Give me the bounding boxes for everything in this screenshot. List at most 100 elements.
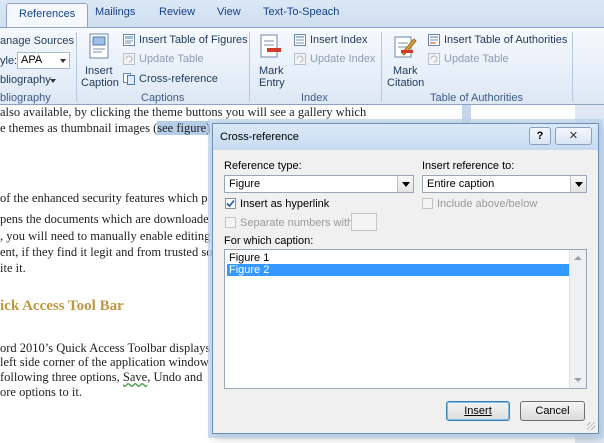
insert-button[interactable]: Insert — [446, 401, 510, 421]
doc-line-text: following three options, — [0, 370, 120, 384]
help-icon: ? — [536, 130, 544, 142]
insert-index-label: Insert Index — [310, 34, 368, 46]
citations-group-label: bliography — [0, 92, 51, 104]
style-select[interactable]: APA — [17, 52, 70, 69]
update-table-icon — [123, 53, 135, 65]
group-divider — [76, 32, 77, 102]
mark-entry-label-line1: Mark — [259, 65, 284, 77]
help-button[interactable]: ? — [529, 127, 551, 145]
doc-line: also available, by clicking the theme bu… — [0, 105, 367, 119]
insert-table-of-figures-button[interactable]: Insert Table of Figures — [123, 33, 248, 49]
caption-list[interactable]: Figure 1 Figure 2 — [224, 249, 587, 389]
style-select-value: APA — [21, 54, 43, 66]
tab-references[interactable]: References — [6, 3, 89, 27]
include-above-below-checkbox[interactable] — [422, 198, 433, 209]
tab-view[interactable]: View — [217, 6, 241, 18]
index-group-label: Index — [301, 92, 328, 104]
doc-line: pens the documents which are downloade — [0, 212, 209, 226]
dialog-title: Cross-reference — [220, 131, 299, 143]
dialog-title-bar[interactable]: Cross-reference ? ✕ — [213, 124, 598, 150]
ribbon-tab-bar: References Mailings Review View Text-To-… — [0, 0, 604, 27]
captions-group-label: Captions — [141, 92, 185, 104]
chevron-down-icon — [60, 59, 66, 63]
doc-line: ent, if they find it legit and from trus… — [0, 245, 213, 259]
chevron-down-icon — [570, 176, 586, 192]
insert-caption-button[interactable]: Insert Caption — [81, 31, 119, 91]
update-table-figures-button[interactable]: Update Table — [123, 52, 213, 68]
update-table-icon — [428, 53, 440, 65]
insert-as-hyperlink-checkbox[interactable] — [225, 198, 236, 209]
caption-list-item-selected[interactable]: Figure 2 — [227, 264, 571, 276]
doc-line: of the enhanced security features which … — [0, 191, 208, 205]
separate-numbers-checkbox[interactable] — [225, 217, 236, 228]
include-above-below-label: Include above/below — [437, 198, 538, 210]
update-table-authorities-label: Update Table — [444, 53, 509, 65]
doc-line-text: e themes as thumbnail images ( — [0, 121, 158, 135]
update-table-authorities-button[interactable]: Update Table — [428, 52, 518, 68]
resize-grip-icon[interactable] — [587, 422, 595, 430]
bibliography-button[interactable]: bliography — [0, 74, 51, 86]
tab-text-to-speach[interactable]: Text-To-Speach — [263, 6, 339, 18]
reference-type-select[interactable]: Figure — [224, 175, 414, 193]
separator-input[interactable] — [351, 213, 377, 231]
doc-line: ite it. — [0, 261, 26, 275]
close-icon: ✕ — [568, 130, 579, 142]
insert-table-of-authorities-label: Insert Table of Authorities — [444, 34, 568, 46]
separate-numbers-label: Separate numbers with — [240, 217, 354, 229]
insert-caption-label-line1: Insert — [85, 65, 113, 77]
mark-citation-label-line2: Citation — [387, 77, 425, 89]
insert-reference-value: Entire caption — [427, 178, 495, 190]
group-divider — [381, 32, 382, 102]
insert-index-button[interactable]: Insert Index — [294, 33, 374, 49]
insert-table-of-authorities-button[interactable]: Insert Table of Authorities — [428, 33, 568, 49]
doc-line: left side corner of the application wind… — [0, 355, 209, 369]
insert-button-label: Insert — [464, 405, 492, 417]
cross-reference-icon — [123, 73, 135, 85]
selected-text-highlight: see figure) — [157, 121, 211, 135]
scroll-down-icon[interactable] — [574, 378, 582, 382]
update-index-label: Update Index — [310, 53, 376, 65]
doc-line: ord 2010’s Quick Access Toolbar displays — [0, 341, 211, 355]
mark-entry-button[interactable]: Mark Entry — [254, 31, 288, 91]
group-divider — [249, 32, 250, 102]
style-label: yle: — [0, 55, 18, 67]
doc-heading: ick Access Tool Bar — [0, 298, 124, 314]
cross-reference-dialog[interactable]: Cross-reference ? ✕ Reference type: Figu… — [212, 123, 599, 434]
ribbon: anage Sources yle: APA bliography bliogr… — [0, 27, 604, 105]
mark-entry-label-line2: Entry — [259, 77, 285, 89]
update-index-icon — [294, 53, 306, 65]
tab-review[interactable]: Review — [159, 6, 195, 18]
close-button[interactable]: ✕ — [555, 127, 592, 145]
doc-line: , you will need to manually enable editi… — [0, 229, 211, 243]
for-which-caption-label: For which caption: — [224, 235, 314, 247]
update-table-figures-label: Update Table — [139, 53, 204, 65]
reference-type-value: Figure — [229, 178, 261, 190]
scrollbar[interactable] — [569, 250, 586, 388]
cancel-button[interactable]: Cancel — [520, 401, 585, 421]
checkmark-icon — [226, 199, 235, 208]
group-divider — [572, 32, 573, 102]
mark-citation-button[interactable]: Mark Citation — [385, 31, 425, 91]
mark-entry-icon — [260, 34, 281, 58]
grammar-underlined-word: Save — [122, 370, 148, 384]
doc-line: e themes as thumbnail images (see figure… — [0, 121, 211, 136]
table-of-figures-icon — [123, 34, 135, 46]
manage-sources-button[interactable]: anage Sources — [0, 35, 74, 47]
insert-reference-select[interactable]: Entire caption — [422, 175, 587, 193]
caption-list-item[interactable]: Figure 1 — [227, 252, 571, 264]
chevron-down-icon — [397, 176, 413, 192]
cross-reference-button[interactable]: Cross-reference — [123, 72, 218, 88]
insert-index-icon — [294, 34, 306, 46]
doc-line: ore options to it. — [0, 385, 82, 399]
mark-citation-icon — [394, 36, 417, 58]
update-index-button[interactable]: Update Index — [294, 52, 379, 68]
cross-reference-label: Cross-reference — [139, 73, 218, 85]
cancel-button-label: Cancel — [535, 405, 570, 417]
scroll-up-icon[interactable] — [574, 256, 582, 260]
mark-citation-label-line1: Mark — [393, 65, 418, 77]
insert-caption-icon — [89, 33, 109, 59]
insert-as-hyperlink-label: Insert as hyperlink — [240, 198, 330, 210]
doc-line-text: , Undo and — [147, 370, 203, 384]
doc-line: following three options, Save, Undo and — [0, 370, 202, 385]
tab-mailings[interactable]: Mailings — [95, 6, 135, 18]
